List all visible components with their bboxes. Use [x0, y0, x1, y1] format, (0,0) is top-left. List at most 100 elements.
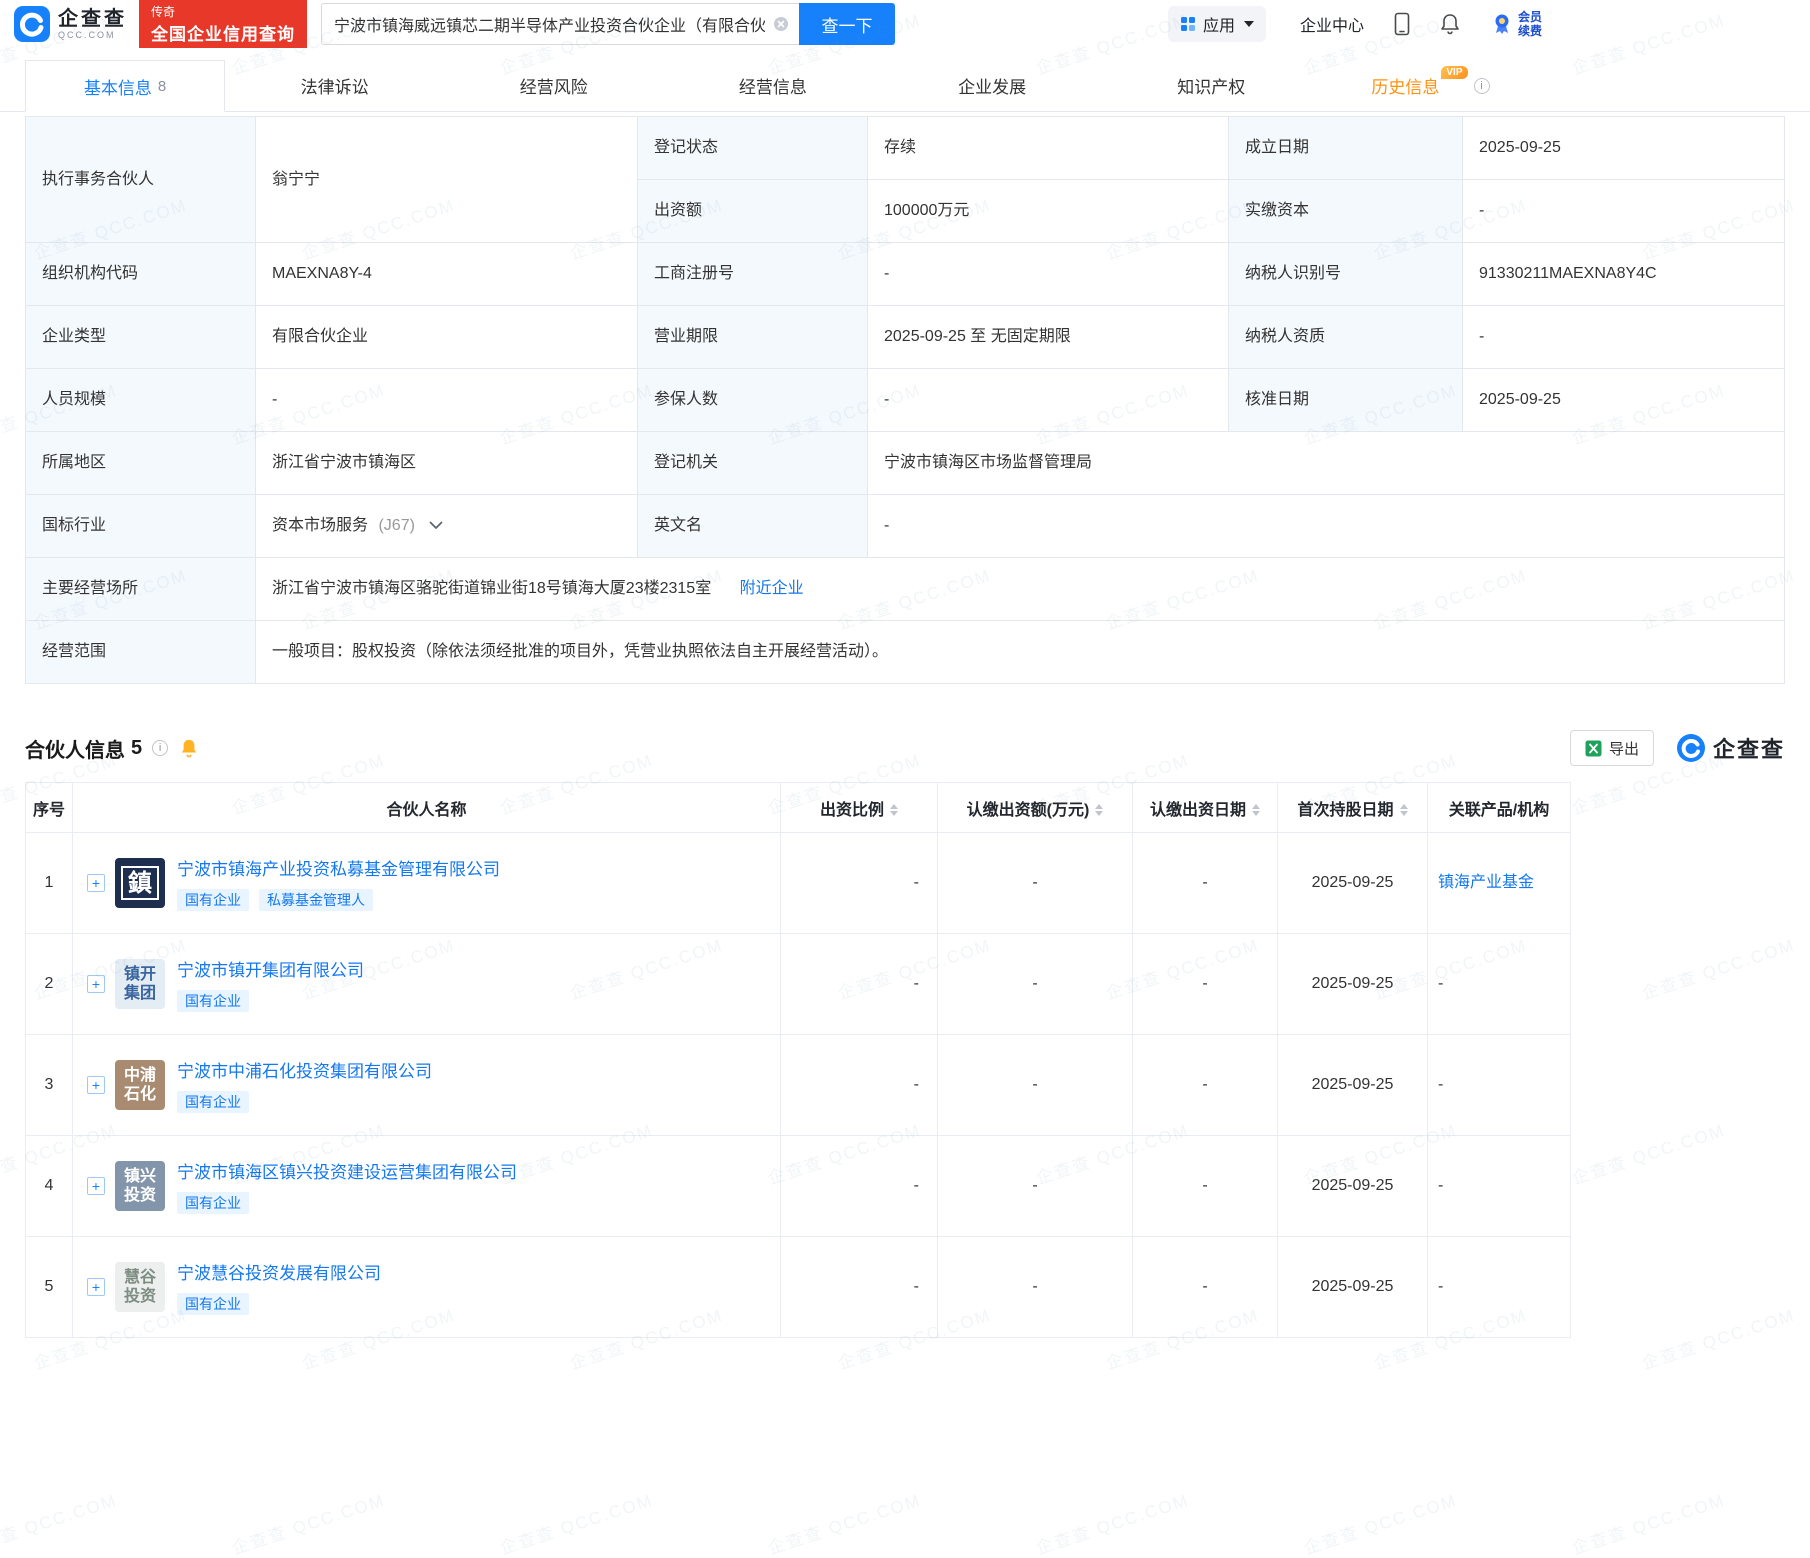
qcc-logo[interactable]: 企查查 QCC.COM: [14, 6, 127, 42]
partner-index: 2: [25, 933, 73, 1035]
partner-name-link[interactable]: 宁波市镇海区镇兴投资建设运营集团有限公司: [177, 1158, 517, 1183]
related-value: -: [1438, 1278, 1444, 1296]
credit-search-badge: 传奇 全国企业信用查询: [139, 0, 307, 48]
partners-info-icon[interactable]: i: [152, 740, 169, 756]
partner-amount: -: [937, 933, 1133, 1035]
col-amount-sortable[interactable]: 认缴出资额(万元): [937, 782, 1133, 833]
badge-line1: 传奇: [151, 5, 176, 19]
partners-section-header: 合伙人信息 5 i 导出 企查查: [25, 730, 1785, 766]
label-taxpayer-quality: 纳税人资质: [1228, 305, 1463, 369]
col-first-date-sortable[interactable]: 首次持股日期: [1277, 782, 1428, 833]
partners-title: 合伙人信息: [25, 739, 125, 762]
table-row: 1 + 鎮 宁波市镇海产业投资私募基金管理有限公司 国有企业 私募基金管理人 - …: [25, 832, 1571, 934]
label-establish-date: 成立日期: [1228, 116, 1463, 180]
value-capital: 100000万元: [867, 179, 1229, 243]
tab-label: 法律诉讼: [300, 78, 369, 97]
partner-name-cell: + 鎮 宁波市镇海产业投资私募基金管理有限公司 国有企业 私募基金管理人: [72, 832, 781, 934]
tab-operating-risk[interactable]: 经营风险: [444, 60, 663, 111]
partners-count: 5: [131, 736, 143, 759]
partner-tags: 国有企业 私募基金管理人: [177, 889, 500, 911]
partners-alert-bell-icon[interactable]: [180, 738, 198, 758]
partner-name-link[interactable]: 宁波市镇海产业投资私募基金管理有限公司: [177, 855, 500, 880]
partner-index: 3: [25, 1034, 73, 1136]
partner-ratio: -: [780, 1034, 938, 1136]
partner-name-link[interactable]: 宁波市中浦石化投资集团有限公司: [177, 1057, 432, 1082]
partner-tag: 国有企业: [177, 1192, 249, 1214]
member-badge-icon: [1495, 14, 1509, 34]
tab-history-info[interactable]: 历史信息 VIP i: [1321, 60, 1540, 111]
related-value[interactable]: 镇海产业基金: [1438, 874, 1534, 891]
partner-name-link[interactable]: 宁波市镇开集团有限公司: [177, 956, 364, 981]
expand-button[interactable]: +: [87, 1177, 105, 1195]
label-region: 所属地区: [25, 431, 256, 495]
value-establish-date: 2025-09-25: [1462, 116, 1785, 180]
tab-legal-proceedings[interactable]: 法律诉讼: [225, 60, 444, 111]
logo-title: 企查查: [58, 8, 127, 30]
tab-operating-info[interactable]: 经营信息: [663, 60, 882, 111]
qcc-brand-mark[interactable]: 企查查: [1676, 732, 1785, 764]
col-sub-date-sortable[interactable]: 认缴出资日期: [1132, 782, 1278, 833]
industry-code: (J67): [378, 517, 415, 535]
nearby-companies-link[interactable]: 附近企业: [740, 580, 804, 597]
label-capital: 出资额: [637, 179, 868, 243]
search-input[interactable]: [334, 15, 765, 33]
value-approval-date: 2025-09-25: [1462, 368, 1785, 432]
qcc-brand-icon: [1676, 734, 1705, 762]
tab-intellectual-property[interactable]: 知识产权: [1102, 60, 1321, 111]
qcc-brand-text: 企查查: [1712, 737, 1785, 762]
partner-name-link[interactable]: 宁波慧谷投资发展有限公司: [177, 1259, 381, 1284]
partner-tag: 国有企业: [177, 990, 249, 1012]
tab-count: 8: [157, 77, 167, 95]
col-ratio-sortable[interactable]: 出资比例: [780, 782, 938, 833]
partner-name-cell: + 镇开 集团 宁波市镇开集团有限公司 国有企业: [72, 933, 781, 1035]
partners-table-body: 1 + 鎮 宁波市镇海产业投资私募基金管理有限公司 国有企业 私募基金管理人 - …: [25, 832, 1571, 1338]
partner-tag: 国有企业: [177, 889, 249, 911]
expand-button[interactable]: +: [87, 1076, 105, 1094]
tab-basic-info[interactable]: 基本信息 8: [25, 60, 225, 112]
info-icon[interactable]: i: [1473, 77, 1490, 94]
tab-label: 知识产权: [1177, 78, 1246, 97]
partner-index: 1: [25, 832, 73, 934]
value-paid-capital: -: [1462, 179, 1785, 243]
partner-name-cell: + 慧谷 投资 宁波慧谷投资发展有限公司 国有企业: [72, 1236, 781, 1338]
partner-first-date: 2025-09-25: [1277, 1135, 1428, 1237]
related-value: -: [1438, 1076, 1444, 1094]
industry-expand-chevron-icon[interactable]: [429, 521, 443, 530]
partner-logo: 镇开 集团: [115, 959, 165, 1009]
tab-bar: 基本信息 8 法律诉讼 经营风险 经营信息 企业发展 知识产权 历史信息 VIP…: [0, 60, 1810, 112]
value-insured: -: [867, 368, 1229, 432]
col-label: 认缴出资日期: [1149, 801, 1246, 819]
tab-enterprise-development[interactable]: 企业发展: [883, 60, 1102, 111]
sort-icon: [1399, 804, 1408, 817]
mobile-phone-icon[interactable]: [1394, 12, 1410, 36]
related-value: -: [1438, 1177, 1444, 1195]
table-row: 3 + 中浦 石化 宁波市中浦石化投资集团有限公司 国有企业 - - - 2025…: [25, 1034, 1571, 1136]
member-renew-button[interactable]: 会员 续费: [1492, 10, 1542, 38]
topbar: 企查查 QCC.COM 传奇 全国企业信用查询 查一下 应用 企业中心: [0, 0, 1810, 48]
export-button[interactable]: 导出: [1569, 730, 1654, 766]
value-english-name: -: [867, 494, 1785, 558]
expand-button[interactable]: +: [87, 975, 105, 993]
notification-bell-icon[interactable]: [1440, 13, 1460, 35]
enterprise-center-link[interactable]: 企业中心: [1300, 12, 1364, 36]
industry-name: 资本市场服务: [272, 517, 369, 535]
tab-label: 企业发展: [958, 78, 1027, 97]
apps-grid-icon: [1180, 17, 1195, 31]
expand-button[interactable]: +: [87, 1278, 105, 1296]
partner-related: -: [1427, 933, 1571, 1035]
search-button[interactable]: 查一下: [799, 3, 895, 45]
partner-first-date: 2025-09-25: [1277, 933, 1428, 1035]
expand-button[interactable]: +: [87, 874, 105, 892]
member-text: 会员 续费: [1517, 10, 1542, 38]
clear-search-icon[interactable]: [773, 16, 789, 32]
partner-tags: 国有企业: [177, 990, 364, 1012]
value-biz-reg-no: -: [867, 242, 1229, 306]
label-reg-status: 登记状态: [637, 116, 868, 180]
apps-dropdown[interactable]: 应用: [1167, 6, 1266, 42]
related-value: -: [1438, 975, 1444, 993]
export-label: 导出: [1608, 740, 1639, 758]
partner-tags: 国有企业: [177, 1091, 432, 1113]
partner-name-cell: + 镇兴 投资 宁波市镇海区镇兴投资建设运营集团有限公司 国有企业: [72, 1135, 781, 1237]
partner-first-date: 2025-09-25: [1277, 832, 1428, 934]
partner-tag: 国有企业: [177, 1091, 249, 1113]
